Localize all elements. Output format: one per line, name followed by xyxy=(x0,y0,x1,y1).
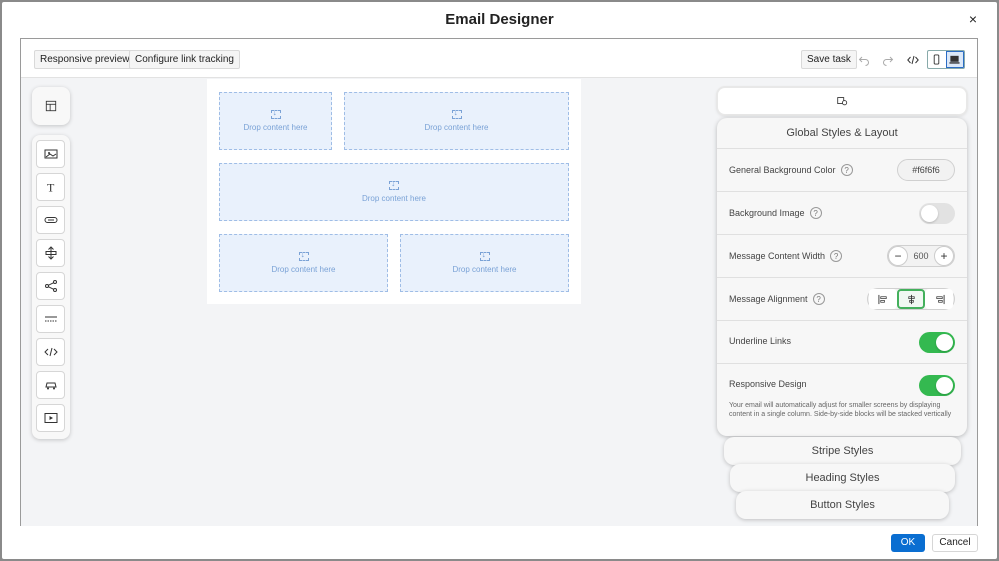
alignment-group xyxy=(867,288,955,310)
responsive-label: Responsive Design xyxy=(729,379,807,389)
heading-styles-accordion[interactable]: Heading Styles xyxy=(730,464,955,492)
text-block-icon[interactable]: T xyxy=(36,173,65,201)
global-styles-panel: Global Styles & Layout General Backgroun… xyxy=(717,118,967,436)
align-center-icon[interactable] xyxy=(897,289,925,309)
align-left-icon[interactable] xyxy=(869,289,897,309)
responsive-description: Your email will automatically adjust for… xyxy=(729,402,952,418)
image-block-icon[interactable] xyxy=(36,140,65,168)
panel-title: Global Styles & Layout xyxy=(717,118,967,149)
drop-icon xyxy=(451,107,462,119)
cancel-button[interactable]: Cancel xyxy=(932,534,978,552)
svg-text:T: T xyxy=(47,181,55,195)
help-icon[interactable]: ? xyxy=(830,250,843,262)
content-blocks-rail: T xyxy=(32,135,70,439)
layout-icon xyxy=(45,100,57,112)
content-width-label: Message Content Width xyxy=(729,251,826,261)
responsive-previews-button[interactable]: Responsive previews xyxy=(34,50,141,69)
drop-zone-label: Drop content here xyxy=(243,123,308,132)
configure-link-tracking-button[interactable]: Configure link tracking xyxy=(129,50,240,69)
undo-icon[interactable] xyxy=(855,50,873,69)
alignment-row: Message Alignment? xyxy=(717,278,967,321)
drop-zone[interactable]: Drop content here xyxy=(400,234,569,292)
html-block-icon[interactable] xyxy=(36,338,65,366)
bg-color-input[interactable]: #f6f6f6 xyxy=(897,159,955,181)
drop-zone-label: Drop content here xyxy=(271,265,336,274)
drop-icon xyxy=(479,249,490,261)
drop-zone[interactable]: Drop content here xyxy=(219,234,388,292)
bg-color-row: General Background Color? #f6f6f6 xyxy=(717,149,967,192)
redo-icon[interactable] xyxy=(879,50,897,69)
alignment-label: Message Alignment xyxy=(729,294,808,304)
drop-icon xyxy=(270,107,281,119)
toolbar: Responsive previews Configure link track… xyxy=(21,39,977,78)
save-task-button[interactable]: Save task xyxy=(801,50,857,69)
drop-icon xyxy=(389,178,399,190)
content-width-value[interactable]: 600 xyxy=(913,251,928,261)
mobile-view-icon[interactable] xyxy=(928,51,946,68)
help-icon[interactable]: ? xyxy=(809,207,822,219)
button-block-icon[interactable] xyxy=(36,206,65,234)
drop-zone[interactable]: Drop content here xyxy=(219,163,569,221)
underline-toggle[interactable] xyxy=(919,332,955,353)
responsive-toggle[interactable] xyxy=(919,375,955,396)
social-share-icon[interactable] xyxy=(36,272,65,300)
product-block-icon[interactable] xyxy=(36,371,65,399)
email-canvas: Drop content here Drop content here Drop… xyxy=(207,79,581,304)
desktop-view-icon[interactable] xyxy=(945,51,964,68)
bg-image-label: Background Image xyxy=(729,208,805,218)
decrement-button[interactable]: − xyxy=(888,246,908,266)
bg-image-row: Background Image? xyxy=(717,192,967,235)
video-block-icon[interactable] xyxy=(36,404,65,432)
responsive-row: Responsive Design Your email will automa… xyxy=(717,364,967,436)
drop-zone[interactable]: Drop content here xyxy=(219,92,332,150)
button-styles-accordion[interactable]: Button Styles xyxy=(736,491,949,519)
ok-button[interactable]: OK xyxy=(891,534,925,552)
drop-zone-label: Drop content here xyxy=(361,194,427,203)
align-right-icon[interactable] xyxy=(925,289,953,309)
email-designer-dialog: Email Designer × Responsive previews Con… xyxy=(2,2,997,559)
stripe-styles-accordion[interactable]: Stripe Styles xyxy=(724,437,961,465)
help-icon[interactable]: ? xyxy=(812,293,825,305)
code-view-icon[interactable] xyxy=(904,50,922,69)
paint-icon xyxy=(837,97,848,106)
increment-button[interactable]: + xyxy=(934,246,954,266)
content-width-row: Message Content Width? − 600 + xyxy=(717,235,967,278)
divider-block-icon[interactable] xyxy=(36,305,65,333)
underline-row: Underline Links xyxy=(717,321,967,364)
bg-color-label: General Background Color xyxy=(729,165,836,175)
content-width-stepper: − 600 + xyxy=(887,245,955,267)
bg-image-toggle[interactable] xyxy=(919,203,955,224)
drop-zone[interactable]: Drop content here xyxy=(344,92,569,150)
drop-zone-label: Drop content here xyxy=(424,123,489,132)
close-icon[interactable]: × xyxy=(969,12,977,26)
help-icon[interactable]: ? xyxy=(840,164,853,176)
global-styles-tab[interactable] xyxy=(718,88,966,114)
drop-zone-label: Drop content here xyxy=(452,265,517,274)
spacer-block-icon[interactable] xyxy=(36,239,65,267)
layout-blocks-button[interactable] xyxy=(32,87,70,125)
drop-icon xyxy=(298,249,309,261)
dialog-title: Email Designer xyxy=(445,11,554,28)
view-mode-toggle xyxy=(927,50,965,69)
underline-label: Underline Links xyxy=(729,336,792,346)
designer-frame: Responsive previews Configure link track… xyxy=(20,38,978,526)
